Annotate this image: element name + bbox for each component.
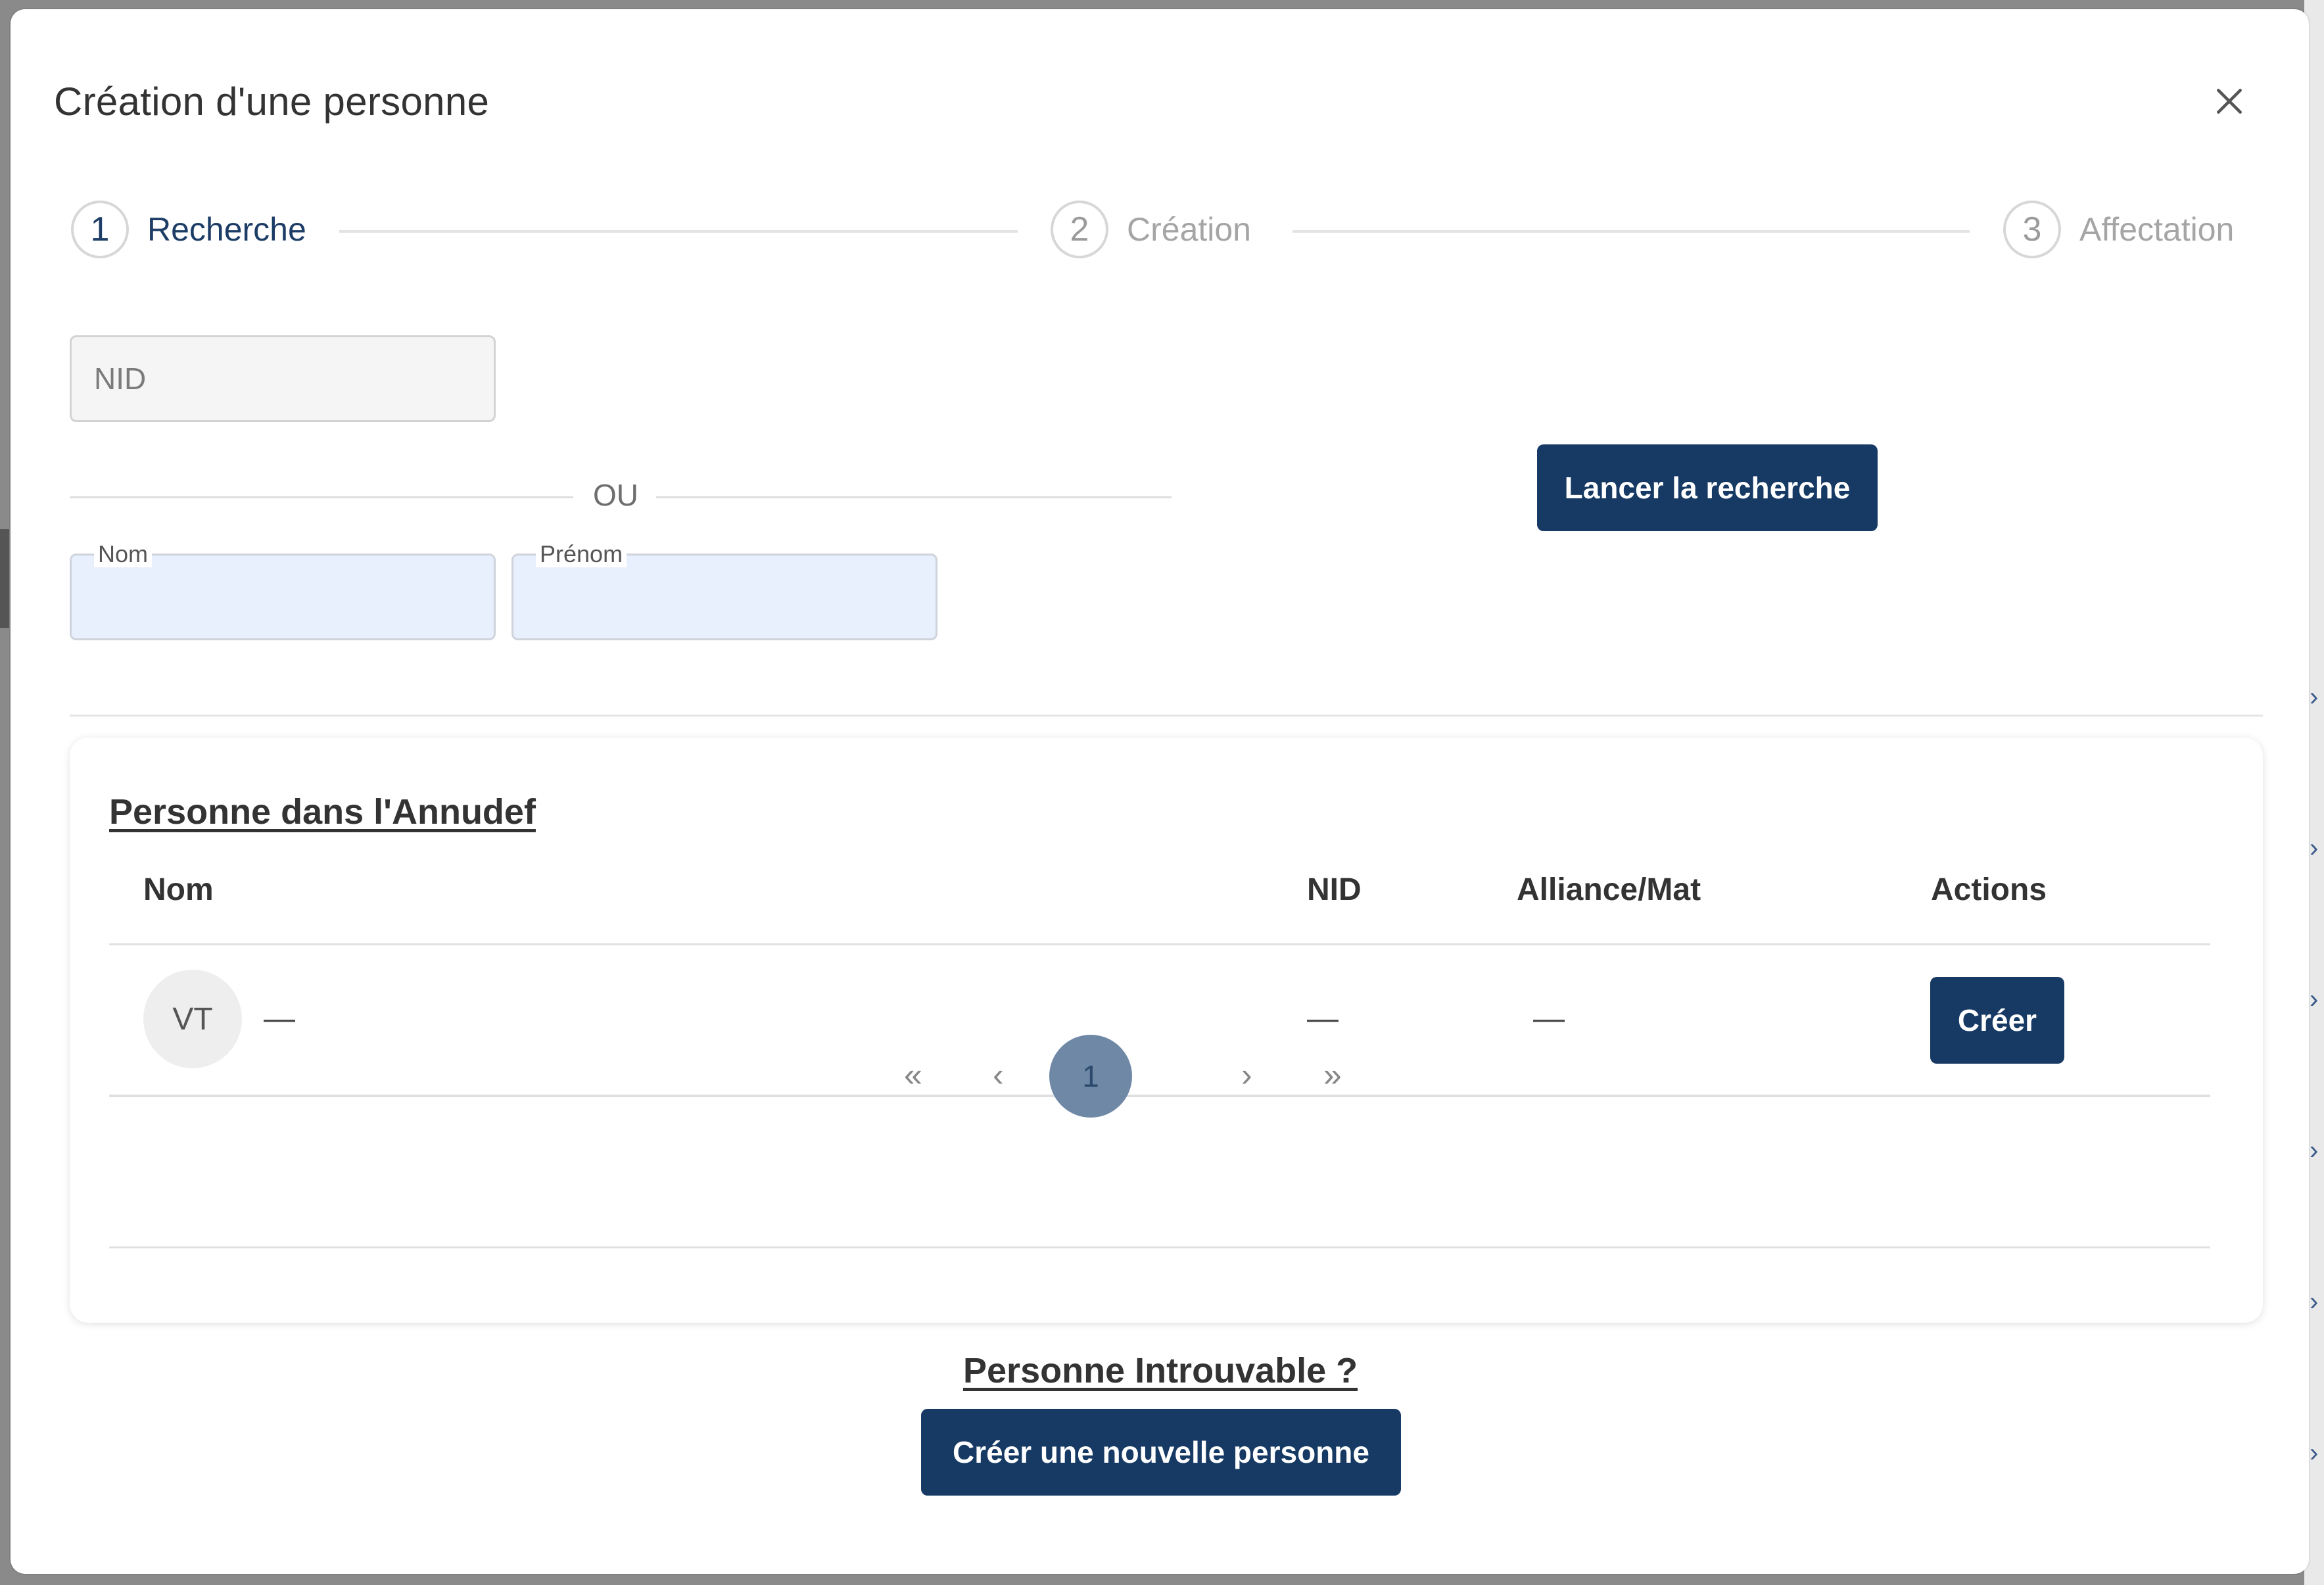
first-page-button[interactable]: « bbox=[904, 1056, 922, 1094]
or-label: OU bbox=[593, 478, 638, 512]
prenom-field: Prénom bbox=[511, 541, 937, 640]
step-number: 2 bbox=[1051, 201, 1108, 258]
or-divider-left bbox=[70, 496, 573, 498]
step-number: 3 bbox=[2003, 201, 2061, 258]
step-affectation[interactable]: 3 Affectation bbox=[2003, 201, 2234, 258]
nom-input[interactable] bbox=[72, 556, 494, 638]
column-header-actions: Actions bbox=[1931, 872, 2047, 907]
close-icon bbox=[2217, 89, 2242, 114]
step-label: Affectation bbox=[2079, 211, 2235, 248]
nom-label: Nom bbox=[94, 541, 153, 567]
column-header-alliance: Alliance/Mat bbox=[1517, 872, 1701, 907]
chevron-right-icon: › bbox=[2310, 834, 2319, 863]
current-page-button[interactable]: 1 bbox=[1049, 1035, 1132, 1118]
results-title: Personne dans l'Annudef bbox=[109, 792, 536, 832]
nid-field bbox=[70, 335, 496, 422]
prev-page-button[interactable]: ‹ bbox=[993, 1056, 1004, 1094]
row-divider bbox=[109, 1095, 2210, 1097]
or-divider-right bbox=[656, 496, 1172, 498]
launch-search-button[interactable]: Lancer la recherche bbox=[1537, 444, 1878, 531]
pagination-divider bbox=[109, 1246, 2210, 1248]
step-connector bbox=[1292, 230, 1970, 233]
results-card: Personne dans l'Annudef Nom NID Alliance… bbox=[70, 738, 2263, 1323]
step-label: Création bbox=[1127, 211, 1251, 248]
dialog-title: Création d'une personne bbox=[54, 80, 490, 124]
create-new-person-button[interactable]: Créer une nouvelle personne bbox=[921, 1409, 1401, 1496]
chevron-right-icon: › bbox=[2310, 985, 2319, 1014]
header-divider bbox=[109, 943, 2210, 945]
next-page-button[interactable]: › bbox=[1241, 1056, 1252, 1094]
row-alliance: — bbox=[1533, 1001, 1565, 1036]
step-creation[interactable]: 2 Création bbox=[1051, 201, 1251, 258]
step-number: 1 bbox=[71, 201, 129, 258]
not-found-label: Personne Introuvable ? bbox=[963, 1351, 1358, 1390]
step-recherche[interactable]: 1 Recherche bbox=[71, 201, 306, 258]
nid-input[interactable] bbox=[72, 337, 494, 420]
backdrop-sidebar-edge bbox=[0, 529, 9, 628]
nom-field: Nom bbox=[70, 541, 496, 640]
step-label: Recherche bbox=[147, 211, 306, 248]
chevron-right-icon: › bbox=[2310, 1136, 2319, 1165]
row-nid: — bbox=[1307, 1001, 1339, 1036]
column-header-nom: Nom bbox=[143, 872, 214, 907]
close-button[interactable] bbox=[2203, 75, 2256, 128]
chevron-right-icon: › bbox=[2310, 682, 2319, 711]
create-row-button[interactable]: Créer bbox=[1930, 977, 2064, 1064]
section-divider bbox=[70, 715, 2263, 717]
column-header-nid: NID bbox=[1307, 872, 1362, 907]
step-connector bbox=[339, 230, 1018, 233]
row-nom: — bbox=[264, 1001, 295, 1036]
create-person-dialog: Création d'une personne 1 Recherche 2 Cr… bbox=[11, 9, 2309, 1574]
chevron-right-icon: › bbox=[2310, 1287, 2319, 1316]
prenom-input[interactable] bbox=[513, 556, 936, 638]
avatar: VT bbox=[143, 970, 242, 1068]
prenom-label: Prénom bbox=[536, 541, 627, 567]
last-page-button[interactable]: » bbox=[1323, 1056, 1342, 1094]
chevron-right-icon: › bbox=[2310, 1438, 2319, 1467]
